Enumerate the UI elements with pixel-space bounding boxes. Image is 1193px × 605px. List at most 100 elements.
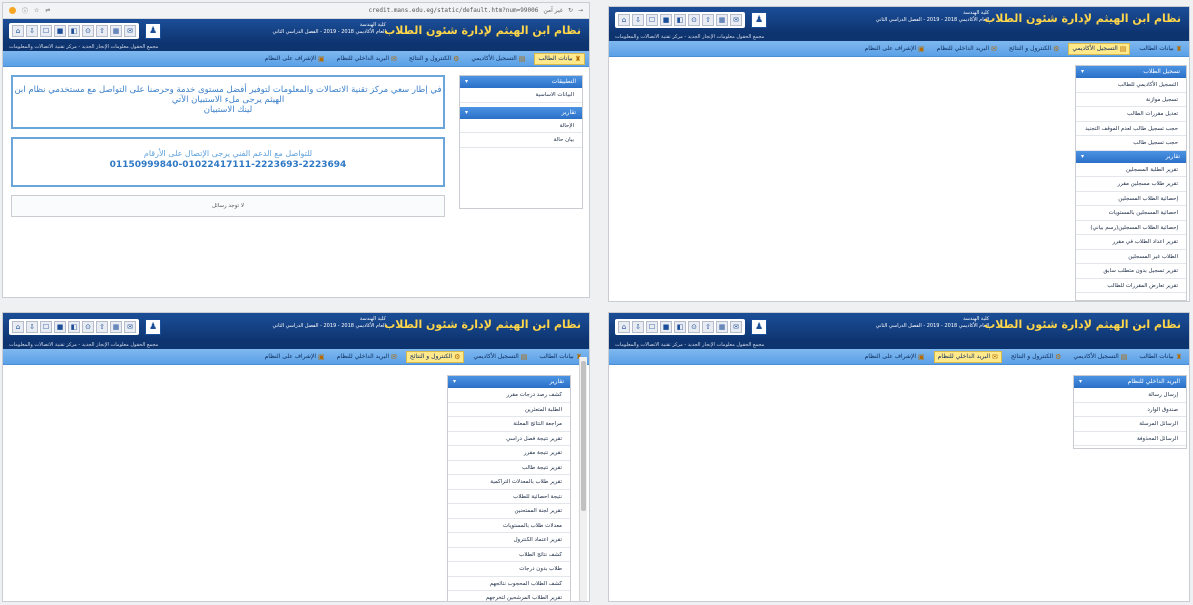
message-icon[interactable]: ✉ bbox=[730, 14, 742, 26]
menu-academic-registration[interactable]: ▤ التسجيل الأكاديمي bbox=[470, 352, 530, 362]
clock-icon[interactable]: ⊙ bbox=[82, 25, 94, 37]
sidebar-item[interactable]: البيانات الاساسية bbox=[460, 88, 582, 103]
sidebar-item[interactable]: تقرير طلاب بالمعدلات التراكمية bbox=[448, 475, 570, 490]
upload-icon[interactable]: ⇧ bbox=[96, 25, 108, 37]
download-icon[interactable]: ⇩ bbox=[26, 25, 38, 37]
sidebar-item[interactable]: تقرير اعداد الطلاب في مقرر bbox=[1076, 235, 1186, 250]
upload-icon[interactable]: ⇧ bbox=[702, 321, 714, 333]
sidebar-item[interactable]: تسجيل موازنة bbox=[1076, 92, 1186, 107]
address-bar[interactable]: credit.mans.edu.eg/static/default.htm?nu… bbox=[369, 7, 583, 14]
window-icon[interactable]: ☐ bbox=[40, 321, 52, 333]
sidebar-item[interactable]: إحصائية الطلاب المسجلين(رسم بياني) bbox=[1076, 220, 1186, 235]
sidebar-item[interactable]: احصائية المسجلين بالمستويات bbox=[1076, 206, 1186, 221]
menu-internal-mail[interactable]: ✉ البريد الداخلي للنظام bbox=[334, 352, 400, 362]
sidebar-item[interactable]: كشف نتائج الطلاب bbox=[448, 547, 570, 562]
menu-system-admin[interactable]: ▣ الإشراف على النظام bbox=[262, 352, 328, 362]
menu-control-results[interactable]: ⚙ الكنترول و النتائج bbox=[405, 350, 465, 363]
book-icon[interactable]: ◧ bbox=[674, 321, 686, 333]
sidebar-item[interactable]: حجب تسجيل طالب bbox=[1076, 136, 1186, 151]
scrollbar[interactable] bbox=[579, 357, 587, 601]
home-icon[interactable]: ⌂ bbox=[12, 25, 24, 37]
sidebar-item[interactable]: بيان حالة bbox=[460, 133, 582, 148]
menu-control-results[interactable]: ⚙ الكنترول و النتائج bbox=[1006, 44, 1062, 54]
menu-system-admin[interactable]: ▣ الإشراف على النظام bbox=[862, 352, 928, 362]
clock-icon[interactable]: ⊙ bbox=[688, 14, 700, 26]
sidebar-item[interactable]: صندوق الوارد bbox=[1074, 402, 1186, 417]
sidebar-item[interactable]: نتيجة احصائية للطلاب bbox=[448, 489, 570, 504]
sidebar-item[interactable]: تقرير نتيجة طالب bbox=[448, 460, 570, 475]
home-icon[interactable]: ⌂ bbox=[618, 321, 630, 333]
menu-system-admin[interactable]: ▣ الإشراف على النظام bbox=[262, 54, 328, 64]
sidebar-item[interactable]: حجب تسجيل طالب لعدم الموقف التجنيد bbox=[1076, 121, 1186, 136]
extension-icon[interactable]: ⇌ bbox=[45, 7, 50, 14]
lock-icon[interactable]: ■ bbox=[54, 25, 66, 37]
sidebar-item[interactable]: الرسائل المرسلة bbox=[1074, 417, 1186, 432]
sidebar-section-header[interactable]: ▾ التطبيقات bbox=[460, 76, 582, 88]
sidebar-item[interactable]: تقرير تعارض المقررات للطالب bbox=[1076, 278, 1186, 293]
user-avatar-icon[interactable]: ♟ bbox=[751, 12, 767, 28]
sidebar-item[interactable]: تقرير تسجيل بدون متطلب سابق bbox=[1076, 264, 1186, 279]
message-icon[interactable]: ✉ bbox=[124, 25, 136, 37]
menu-academic-registration[interactable]: ▤ التسجيل الأكاديمي bbox=[1070, 352, 1130, 362]
menu-student-data[interactable]: ♜بيانات الطالب bbox=[534, 52, 585, 65]
menu-internal-mail[interactable]: ✉ البريد الداخلي للنظام bbox=[933, 350, 1002, 363]
browser-dot-icon[interactable] bbox=[9, 7, 16, 14]
download-icon[interactable]: ⇩ bbox=[632, 321, 644, 333]
menu-internal-mail[interactable]: ✉ البريد الداخلي للنظام bbox=[334, 54, 400, 64]
sidebar-item[interactable]: تقرير طلاب مسجلين مقرر bbox=[1076, 177, 1186, 192]
menu-system-admin[interactable]: ▣ الإشراف على النظام bbox=[862, 44, 928, 54]
window-icon[interactable]: ☐ bbox=[646, 321, 658, 333]
scrollbar-thumb[interactable] bbox=[581, 361, 586, 511]
survey-link[interactable]: لينك الاستبيان bbox=[13, 105, 443, 115]
sidebar-item[interactable]: الطلبة المتعثرين bbox=[448, 402, 570, 417]
clock-icon[interactable]: ⊙ bbox=[688, 321, 700, 333]
grid-icon[interactable]: ▦ bbox=[716, 321, 728, 333]
download-icon[interactable]: ⇩ bbox=[632, 14, 644, 26]
sidebar-item[interactable]: تقرير نتيجة مقرر bbox=[448, 446, 570, 461]
sidebar-item[interactable]: تقرير نتيجة فصل دراسي bbox=[448, 431, 570, 446]
book-icon[interactable]: ◧ bbox=[674, 14, 686, 26]
download-icon[interactable]: ⇩ bbox=[26, 321, 38, 333]
sidebar-item[interactable]: تقرير اعتماد الكنترول bbox=[448, 533, 570, 548]
grid-icon[interactable]: ▦ bbox=[110, 321, 122, 333]
menu-student-data[interactable]: ♜بيانات الطالب bbox=[1136, 44, 1185, 54]
sidebar-item[interactable]: مراجعة النتائج المعلنة bbox=[448, 417, 570, 432]
book-icon[interactable]: ◧ bbox=[68, 321, 80, 333]
sidebar-item[interactable]: التسجيل الأكاديمي للطالب bbox=[1076, 78, 1186, 93]
sidebar-item[interactable]: الرسائل المحذوفة bbox=[1074, 431, 1186, 446]
lock-icon[interactable]: ■ bbox=[660, 321, 672, 333]
window-icon[interactable]: ☐ bbox=[40, 25, 52, 37]
upload-icon[interactable]: ⇧ bbox=[702, 14, 714, 26]
book-icon[interactable]: ◧ bbox=[68, 25, 80, 37]
sidebar-item[interactable]: تقرير لجنة الممتحنين bbox=[448, 504, 570, 519]
sidebar-section-header[interactable]: ▾ تقارير bbox=[460, 106, 582, 119]
sidebar-item[interactable]: تقرير الطلبة المسجلين bbox=[1076, 162, 1186, 177]
grid-icon[interactable]: ▦ bbox=[110, 25, 122, 37]
sidebar-item[interactable]: كشف رصد درجات مقرر bbox=[448, 388, 570, 403]
sidebar-item[interactable]: طلاب بدون درجات bbox=[448, 562, 570, 577]
menu-academic-registration[interactable]: ▤ التسجيل الأكاديمي bbox=[1068, 42, 1131, 55]
sidebar-section-header[interactable]: ▾ البريد الداخلي للنظام bbox=[1074, 376, 1186, 388]
sidebar-section-header[interactable]: ▾ تقارير bbox=[1076, 150, 1186, 163]
user-avatar-icon[interactable]: ♟ bbox=[751, 319, 767, 335]
sidebar-section-header[interactable]: ▾ تقارير bbox=[448, 376, 570, 388]
sidebar-item[interactable]: الإحالة bbox=[460, 118, 582, 133]
menu-internal-mail[interactable]: ✉ البريد الداخلي للنظام bbox=[934, 44, 1000, 54]
sidebar-section-header[interactable]: ▾ تسجيل الطلاب bbox=[1076, 66, 1186, 78]
forward-icon[interactable]: → bbox=[578, 7, 583, 14]
home-icon[interactable]: ⌂ bbox=[12, 321, 24, 333]
sidebar-item[interactable]: تعديل مقررات الطالب bbox=[1076, 107, 1186, 122]
menu-control-results[interactable]: ⚙ الكنترول و النتائج bbox=[406, 54, 462, 64]
sidebar-item[interactable]: إرسال رسالة bbox=[1074, 388, 1186, 403]
upload-icon[interactable]: ⇧ bbox=[96, 321, 108, 333]
menu-academic-registration[interactable]: ▤ التسجيل الأكاديمي bbox=[468, 54, 528, 64]
sidebar-item[interactable]: الطلاب غير المسجلين bbox=[1076, 249, 1186, 264]
reload-icon[interactable]: ↻ bbox=[568, 7, 573, 14]
star-icon[interactable]: ☆ bbox=[34, 7, 39, 14]
menu-student-data[interactable]: ♜بيانات الطالب bbox=[536, 352, 585, 362]
user-avatar-icon[interactable]: ♟ bbox=[145, 319, 161, 335]
message-icon[interactable]: ✉ bbox=[730, 321, 742, 333]
sidebar-item[interactable]: معدلات طلاب بالمستويات bbox=[448, 518, 570, 533]
info-icon[interactable]: ⓘ bbox=[22, 6, 28, 15]
menu-control-results[interactable]: ⚙ الكنترول و النتائج bbox=[1008, 352, 1064, 362]
